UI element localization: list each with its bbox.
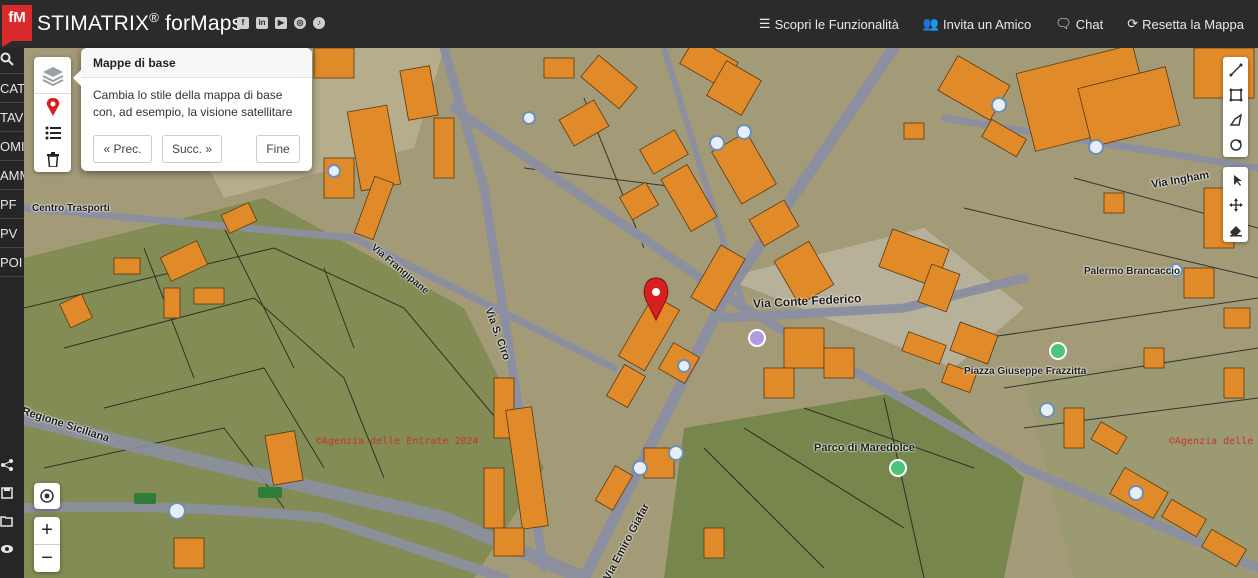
- save-icon[interactable]: [0, 486, 24, 503]
- tour-end-button[interactable]: Fine: [256, 135, 300, 163]
- tool-pf[interactable]: PF: [0, 197, 24, 212]
- top-nav: ☰ Scopri le Funzionalità 👥 Invita un Ami…: [759, 16, 1244, 32]
- draw-polygon-button[interactable]: [1223, 107, 1248, 132]
- tour-description: Cambia lo stile della mappa di base con,…: [93, 88, 293, 119]
- refresh-icon: ⟳: [1127, 16, 1139, 31]
- tour-popover: Mappe di base Cambia lo stile della mapp…: [73, 48, 312, 171]
- erase-button[interactable]: [1223, 217, 1248, 242]
- delete-button[interactable]: [34, 146, 71, 172]
- layers-icon: [42, 67, 63, 87]
- list-icon: [45, 126, 61, 140]
- crosshair-icon: [40, 489, 54, 503]
- marker-button[interactable]: [34, 94, 71, 120]
- place-label: Centro Trasporti: [32, 203, 110, 214]
- tour-prev-button[interactable]: « Prec.: [93, 135, 152, 163]
- polygon-icon: [1229, 112, 1242, 126]
- edit-toolbar: [1223, 167, 1248, 242]
- linkedin-icon[interactable]: in: [256, 17, 268, 29]
- tool-omi[interactable]: OMI: [0, 139, 24, 154]
- tool-pv[interactable]: PV: [0, 226, 24, 241]
- app-logo[interactable]: fM: [2, 5, 32, 47]
- youtube-icon[interactable]: ▶: [275, 17, 287, 29]
- station-label: Palermo Brancaccio: [1084, 266, 1181, 277]
- social-links: f in ▶ ◎ ♪: [237, 17, 325, 29]
- rectangle-icon: [1229, 88, 1242, 101]
- move-icon: [1228, 197, 1243, 212]
- chat-icon: 🗨: [1055, 16, 1072, 31]
- app-brand: STIMATRIX® forMaps: [37, 10, 243, 35]
- facebook-icon[interactable]: f: [237, 17, 249, 29]
- search-icon[interactable]: [0, 52, 24, 69]
- tour-title: Mappe di base: [81, 48, 312, 78]
- tool-poi[interactable]: POI: [0, 255, 24, 270]
- left-toolbar: CAT TAV OMI AMM PF PV POI: [0, 48, 24, 578]
- polyline-icon: [1229, 63, 1242, 76]
- cadastre-watermark: ©Agenzia delle: [1169, 436, 1254, 447]
- tool-cat[interactable]: CAT: [0, 81, 24, 96]
- cadastre-watermark: ©Agenzia delle Entrate 2024: [316, 436, 479, 447]
- locate-button[interactable]: [34, 483, 60, 509]
- invite-friend-link[interactable]: 👥 Invita un Amico: [923, 16, 1031, 32]
- instagram-icon[interactable]: ◎: [294, 17, 306, 29]
- list-icon: ☰: [758, 16, 771, 31]
- draw-line-button[interactable]: [1223, 57, 1248, 82]
- move-button[interactable]: [1223, 192, 1248, 217]
- share-icon[interactable]: [0, 458, 24, 475]
- trash-icon: [46, 151, 59, 167]
- tool-amm[interactable]: AMM: [0, 168, 24, 183]
- draw-circle-button[interactable]: [1223, 132, 1248, 157]
- reset-map-link[interactable]: ⟳ Resetta la Mappa: [1127, 16, 1244, 32]
- zoom-control: + −: [34, 517, 60, 572]
- map-controls: [34, 57, 71, 172]
- road-badge-e90: [258, 487, 282, 498]
- tiktok-icon[interactable]: ♪: [313, 17, 325, 29]
- zoom-in-button[interactable]: +: [34, 517, 60, 545]
- cursor-edit-icon: [1233, 174, 1242, 186]
- eraser-icon: [1229, 225, 1242, 236]
- map-pin-icon: [46, 98, 59, 116]
- base-layers-button[interactable]: [34, 57, 71, 94]
- park-label: Parco di Maredolce: [814, 442, 915, 454]
- edit-vertices-button[interactable]: [1223, 167, 1248, 192]
- square-label: Piazza Giuseppe Frazzitta: [964, 366, 1087, 377]
- users-icon: 👥: [922, 16, 940, 31]
- tool-tav[interactable]: TAV: [0, 110, 24, 125]
- discover-features-link[interactable]: ☰ Scopri le Funzionalità: [759, 16, 899, 32]
- chat-link[interactable]: 🗨 Chat: [1055, 16, 1103, 32]
- eye-icon[interactable]: [0, 542, 24, 559]
- tour-next-button[interactable]: Succ. »: [162, 135, 222, 163]
- draw-toolbar: [1223, 57, 1248, 157]
- zoom-out-button[interactable]: −: [34, 545, 60, 572]
- draw-rectangle-button[interactable]: [1223, 82, 1248, 107]
- list-button[interactable]: [34, 120, 71, 146]
- circle-icon: [1229, 138, 1242, 151]
- top-bar: fM STIMATRIX® forMaps f in ▶ ◎ ♪ ☰ Scopr…: [0, 0, 1258, 48]
- folder-open-icon[interactable]: [0, 514, 24, 531]
